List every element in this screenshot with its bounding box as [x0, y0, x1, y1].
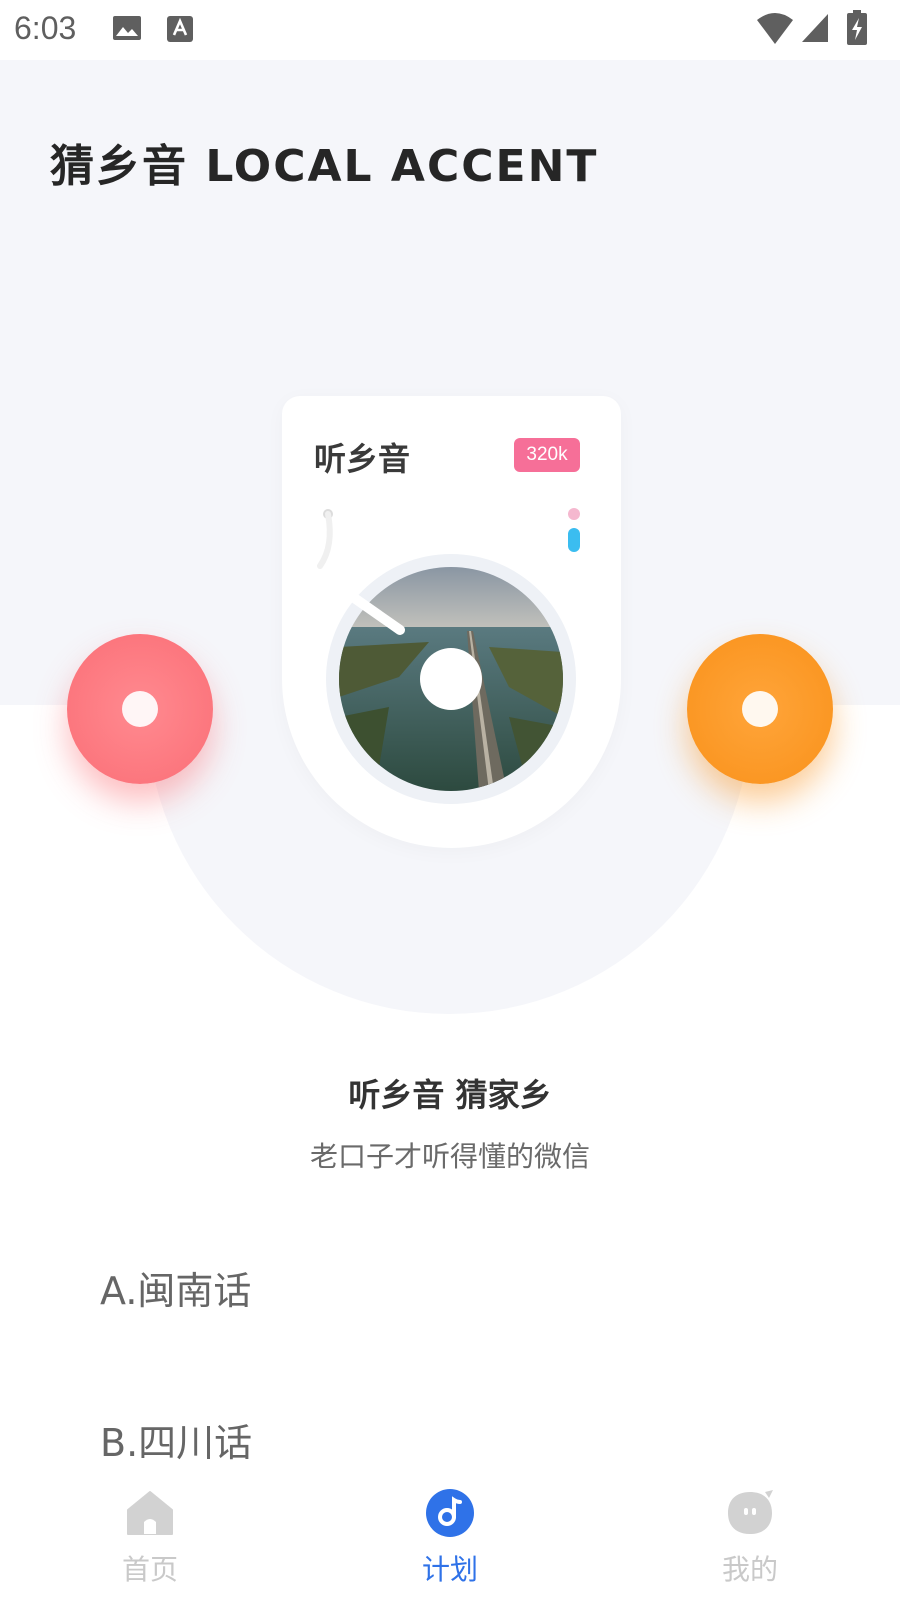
- subline: 老口子才听得懂的微信: [309, 1140, 590, 1173]
- player-card[interactable]: 听乡音 320k: [282, 396, 621, 848]
- card-title: 听乡音: [314, 440, 411, 478]
- disc-hole: [122, 691, 158, 727]
- answer-option-a[interactable]: A.闽南话: [100, 1260, 251, 1315]
- quality-badge: 320k: [514, 438, 580, 472]
- disc-hole: [742, 691, 778, 727]
- nav-label-plan: 计划: [421, 1553, 478, 1586]
- headline: 听乡音 猜家乡: [348, 1076, 552, 1114]
- a-badge-icon: [167, 16, 193, 42]
- battery-charging-icon: [847, 10, 867, 45]
- disc-left[interactable]: [67, 634, 213, 784]
- answer-option-b[interactable]: B.四川话: [100, 1412, 252, 1467]
- page-title: 猜乡音 LOCAL ACCENT: [50, 141, 599, 192]
- chat-face-icon: [728, 1490, 773, 1534]
- nav-item-home[interactable]: 首页: [90, 1488, 210, 1588]
- tonearm: [315, 511, 405, 635]
- home-icon: [127, 1491, 173, 1535]
- bottom-nav: 首页 计划 我的: [0, 1460, 900, 1600]
- nav-label-home: 首页: [121, 1553, 178, 1586]
- image-icon: [113, 16, 141, 40]
- indicator-bar: [568, 528, 580, 552]
- record-spindle: [420, 648, 482, 710]
- nav-item-mine[interactable]: 我的: [690, 1488, 810, 1588]
- disc-right[interactable]: [687, 634, 833, 784]
- status-time: 6:03: [14, 10, 77, 46]
- wifi-icon: [757, 13, 793, 44]
- cellular-signal-icon: [802, 14, 828, 42]
- nav-item-plan[interactable]: 计划: [390, 1488, 510, 1588]
- status-bar: 6:03: [0, 0, 900, 60]
- nav-label-mine: 我的: [721, 1553, 778, 1586]
- music-note-icon: [426, 1489, 474, 1537]
- indicator-dot: [568, 508, 580, 520]
